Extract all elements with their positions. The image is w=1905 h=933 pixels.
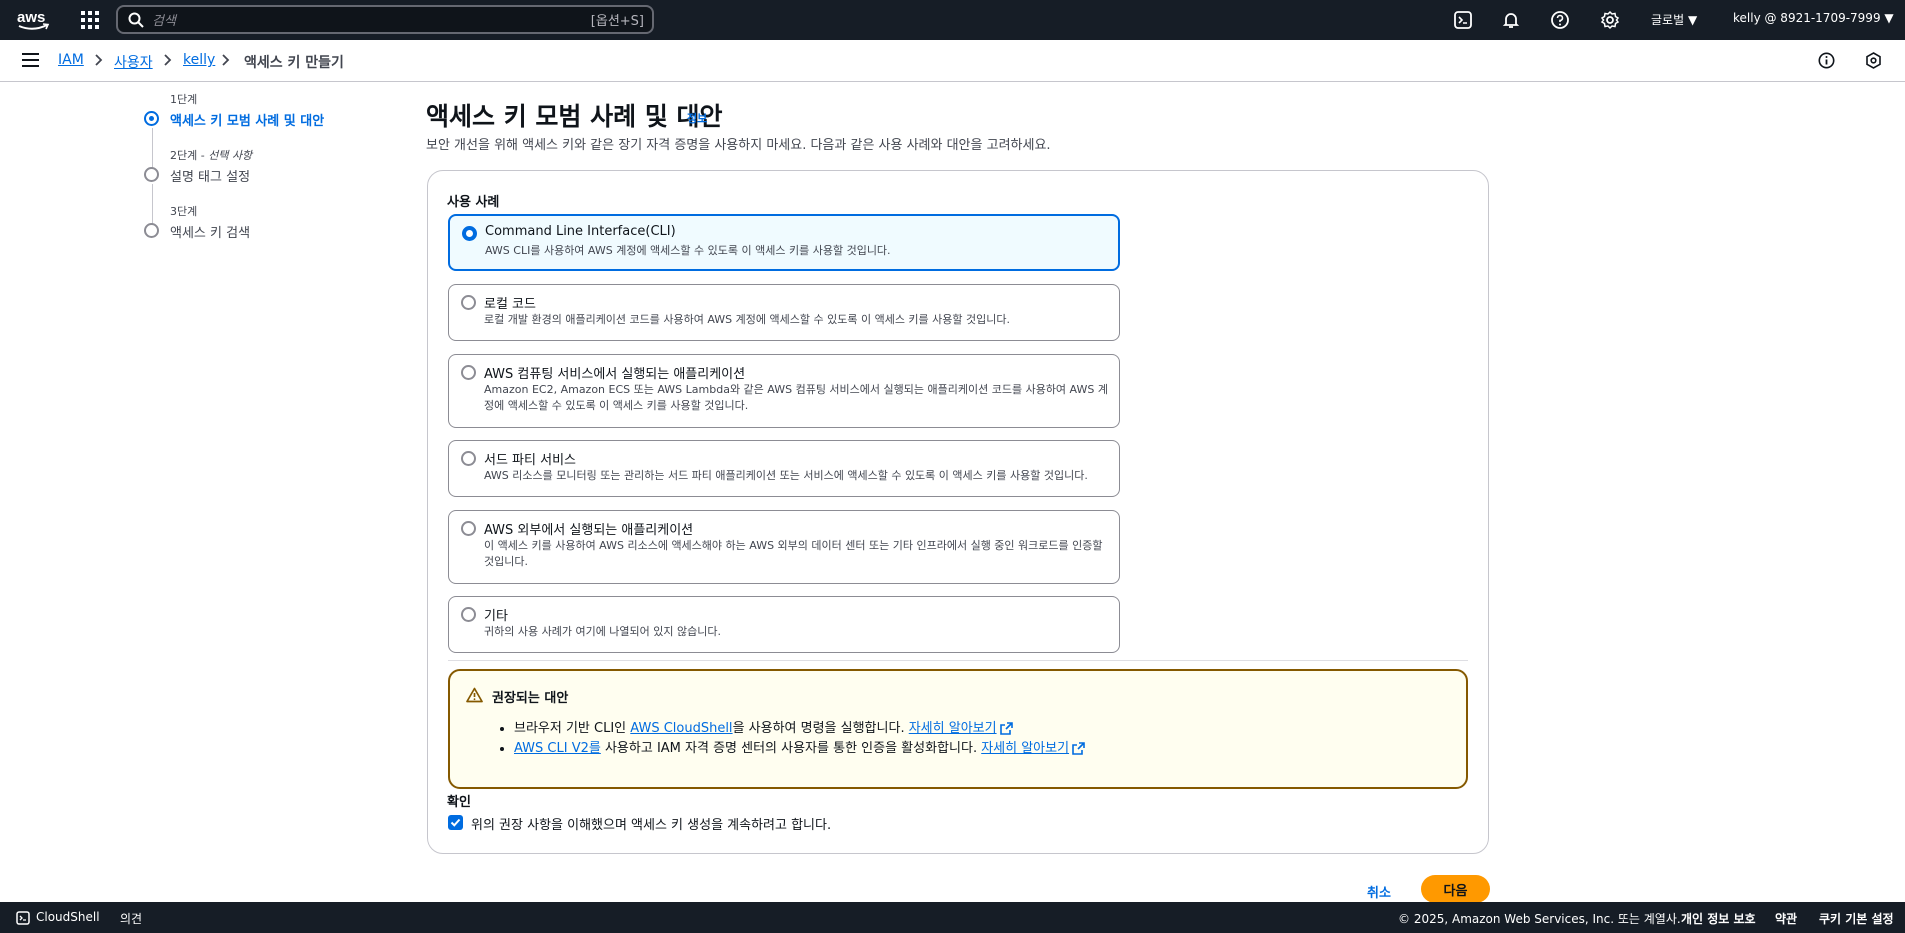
- help-icon[interactable]: [1550, 10, 1570, 30]
- aws-logo[interactable]: aws: [16, 7, 50, 33]
- svg-text:aws: aws: [17, 9, 45, 26]
- use-case-aws-compute[interactable]: AWS 컴퓨팅 서비스에서 실행되는 애플리케이션 Amazon EC2, Am…: [448, 354, 1120, 428]
- use-case-title: AWS 컴퓨팅 서비스에서 실행되는 애플리케이션: [484, 367, 746, 382]
- checkmark-icon: [450, 818, 461, 827]
- page-description: 보안 개선을 위해 액세스 키와 같은 장기 자격 증명을 사용하지 마세요. …: [426, 138, 1051, 153]
- alert-item: 브라우저 기반 CLI인 AWS CloudShell을 사용하여 명령을 실행…: [514, 719, 1085, 739]
- account-label: kelly @ 8921-1709-7999: [1733, 11, 1881, 25]
- use-case-title: AWS 외부에서 실행되는 애플리케이션: [484, 523, 694, 538]
- cloudshell-icon[interactable]: [16, 911, 30, 925]
- step-2-title: 설명 태그 설정: [170, 170, 251, 185]
- use-case-description: 귀하의 사용 사례가 여기에 나열되어 있지 않습니다.: [484, 625, 721, 638]
- breadcrumb-kelly[interactable]: kelly: [183, 52, 215, 68]
- use-case-description: 로컬 개발 환경의 애플리케이션 코드를 사용하여 AWS 계정에 액세스할 수…: [484, 313, 1011, 326]
- caret-down-icon: ▼: [1687, 13, 1698, 27]
- caret-down-icon: ▼: [1884, 11, 1894, 25]
- footer-terms[interactable]: 약관: [1775, 910, 1797, 927]
- step-2-label: 2단계 - 선택 사항: [170, 149, 253, 162]
- radio-option[interactable]: [461, 451, 476, 466]
- warning-icon: [466, 687, 483, 703]
- step-3-title: 액세스 키 검색: [170, 226, 251, 241]
- alert-title: 권장되는 대안: [492, 691, 569, 706]
- page-title: 액세스 키 모범 사례 및 대안: [426, 102, 723, 131]
- footer-privacy[interactable]: 개인 정보 보호: [1681, 910, 1756, 927]
- footer-feedback[interactable]: 의견: [120, 910, 142, 927]
- cancel-button[interactable]: 취소: [1367, 882, 1391, 901]
- use-case-description: AWS CLI를 사용하여 AWS 계정에 액세스할 수 있도록 이 액세스 키…: [485, 244, 891, 257]
- hexagon-settings-icon[interactable]: [1865, 52, 1882, 69]
- footer: CloudShell 의견 © 2025, Amazon Web Service…: [0, 902, 1905, 933]
- use-case-third-party[interactable]: 서드 파티 서비스 AWS 리소스를 모니터링 또는 관리하는 서드 파티 애플…: [448, 440, 1120, 497]
- footer-copyright: © 2025, Amazon Web Services, Inc. 또는 계열사…: [1398, 912, 1681, 926]
- use-case-other[interactable]: 기타 귀하의 사용 사례가 여기에 나열되어 있지 않습니다.: [448, 596, 1120, 653]
- use-case-description: 이 액세스 키를 사용하여 AWS 리소스에 액세스해야 하는 AWS 외부의 …: [484, 539, 1103, 568]
- confirm-checkbox-label[interactable]: 위의 권장 사항을 이해했으며 액세스 키 생성을 계속하려고 합니다.: [471, 814, 831, 833]
- menu-icon[interactable]: [22, 53, 39, 67]
- chevron-right-icon: [95, 54, 103, 66]
- step-connector: [152, 128, 153, 168]
- search-placeholder: 검색: [152, 14, 176, 29]
- radio-option[interactable]: [461, 521, 476, 536]
- step-1-label: 1단계: [170, 93, 198, 106]
- step-2-indicator: [144, 167, 159, 182]
- search-shortcut: [옵션+S]: [590, 14, 644, 29]
- step-1-title[interactable]: 액세스 키 모범 사례 및 대안: [170, 110, 324, 129]
- radio-option[interactable]: [461, 607, 476, 622]
- alert-item: AWS CLI V2를 사용하고 IAM 자격 증명 센터의 사용자를 통한 인…: [514, 739, 1085, 759]
- confirm-label: 확인: [447, 795, 471, 810]
- learn-more-link[interactable]: 자세히 알아보기: [981, 741, 1069, 756]
- radio-selected[interactable]: [462, 226, 477, 241]
- radio-option[interactable]: [461, 295, 476, 310]
- breadcrumb-current: 액세스 키 만들기: [244, 55, 344, 71]
- search-input[interactable]: 검색 [옵션+S]: [116, 5, 654, 34]
- use-case-title: 서드 파티 서비스: [484, 453, 576, 468]
- cloudshell-icon[interactable]: [1453, 10, 1473, 30]
- use-case-label: 사용 사례: [447, 195, 500, 210]
- use-case-title: 로컬 코드: [484, 297, 536, 312]
- services-menu-icon[interactable]: [80, 10, 100, 30]
- chevron-right-icon: [222, 54, 230, 66]
- top-navigation: aws 검색 [옵션+S] 글로벌 ▼ kelly @ 8921-1709-79…: [0, 0, 1905, 40]
- account-menu[interactable]: kelly @ 8921-1709-7999 ▼: [1733, 11, 1894, 25]
- search-icon: [128, 12, 144, 28]
- external-link-icon[interactable]: [1072, 742, 1085, 755]
- alert-list: 브라우저 기반 CLI인 AWS CloudShell을 사용하여 명령을 실행…: [514, 719, 1085, 759]
- info-link[interactable]: 정보: [687, 110, 707, 126]
- cloudshell-link[interactable]: AWS CloudShell: [630, 721, 732, 736]
- external-link-icon[interactable]: [999, 722, 1013, 735]
- alert-text: 브라우저 기반 CLI인: [514, 721, 631, 736]
- use-case-local-code[interactable]: 로컬 코드 로컬 개발 환경의 애플리케이션 코드를 사용하여 AWS 계정에 …: [448, 284, 1120, 341]
- aws-cli-v2-link[interactable]: AWS CLI V2를: [514, 741, 601, 756]
- breadcrumb-iam[interactable]: IAM: [58, 52, 84, 68]
- info-icon[interactable]: [1818, 52, 1835, 69]
- footer-cloudshell[interactable]: CloudShell: [36, 910, 100, 924]
- region-selector[interactable]: 글로벌 ▼: [1651, 11, 1697, 28]
- step-3-label: 3단계: [170, 205, 198, 218]
- alert-text: 사용하고 IAM 자격 증명 센터의 사용자를 통한 인증을 활성화합니다.: [600, 741, 982, 756]
- divider: [448, 660, 1468, 661]
- next-button[interactable]: 다음: [1421, 875, 1490, 903]
- use-case-description: AWS 리소스를 모니터링 또는 관리하는 서드 파티 애플리케이션 또는 서비…: [484, 469, 1088, 482]
- step-1-indicator: [144, 111, 159, 126]
- radio-option[interactable]: [461, 365, 476, 380]
- chevron-right-icon: [164, 54, 172, 66]
- use-case-cli[interactable]: Command Line Interface(CLI) AWS CLI를 사용하…: [448, 214, 1120, 271]
- learn-more-link[interactable]: 자세히 알아보기: [909, 721, 997, 736]
- footer-cookies[interactable]: 쿠키 기본 설정: [1819, 910, 1894, 927]
- use-case-outside-aws[interactable]: AWS 외부에서 실행되는 애플리케이션 이 액세스 키를 사용하여 AWS 리…: [448, 510, 1120, 584]
- alert-text: 을 사용하여 명령을 실행합니다.: [732, 721, 909, 736]
- recommended-alternatives-alert: 권장되는 대안 브라우저 기반 CLI인 AWS CloudShell을 사용하…: [448, 669, 1468, 789]
- use-case-title: 기타: [484, 609, 508, 624]
- gear-icon[interactable]: [1600, 10, 1620, 30]
- use-case-description: Amazon EC2, Amazon ECS 또는 AWS Lambda와 같은…: [484, 383, 1108, 412]
- breadcrumb-users[interactable]: 사용자: [114, 52, 153, 72]
- confirm-checkbox[interactable]: [448, 815, 463, 830]
- bell-icon[interactable]: [1501, 10, 1521, 30]
- step-3-indicator: [144, 223, 159, 238]
- breadcrumb-bar: IAM 사용자 kelly 액세스 키 만들기: [0, 40, 1905, 82]
- region-label: 글로벌: [1651, 13, 1685, 27]
- step-connector: [152, 184, 153, 224]
- use-case-title: Command Line Interface(CLI): [485, 224, 676, 239]
